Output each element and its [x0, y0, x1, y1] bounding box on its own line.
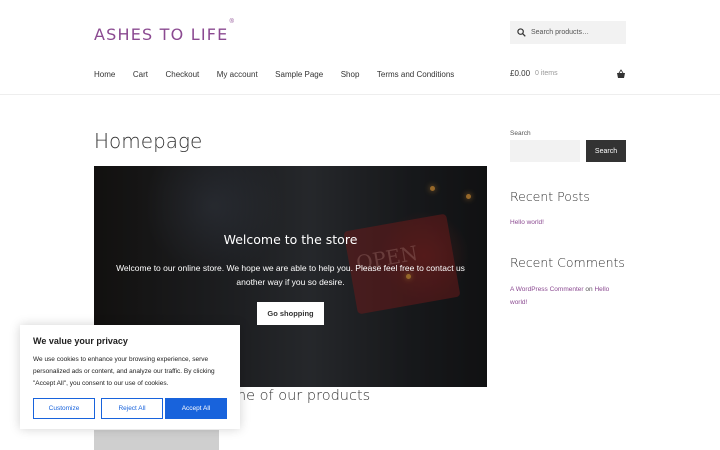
products-section-title: me of our products [232, 388, 371, 404]
site-logo[interactable]: ASHES TO LIFE ® [94, 19, 234, 45]
cookie-accept-all-button[interactable]: Accept All [165, 398, 227, 419]
nav-my-account[interactable]: My account [217, 69, 258, 80]
recent-posts-title: Recent Posts [510, 189, 590, 204]
header-cart[interactable]: £0.00 0 items [510, 69, 626, 78]
site-header: ASHES TO LIFE ® Search products… Home Ca… [0, 0, 720, 95]
page-title: Homepage [94, 129, 203, 153]
recent-post-link[interactable]: Hello world! [510, 217, 544, 230]
recent-comment-item: A WordPress Commenter on Hello world! [510, 284, 626, 309]
sidebar-search-button[interactable]: Search [586, 140, 626, 162]
cart-item-count: 0 items [535, 70, 558, 77]
product-search-input[interactable]: Search products… [510, 21, 626, 44]
recent-comments-title: Recent Comments [510, 255, 625, 270]
nav-terms[interactable]: Terms and Conditions [377, 69, 454, 80]
nav-home[interactable]: Home [94, 69, 115, 80]
primary-navigation: Home Cart Checkout My account Sample Pag… [94, 69, 472, 80]
logo-registered-mark: ® [229, 19, 234, 25]
cookie-consent-banner: We value your privacy We use cookies to … [20, 325, 240, 429]
cookie-title: We value your privacy [33, 336, 128, 346]
cookie-reject-all-button[interactable]: Reject All [101, 398, 163, 419]
product-image[interactable] [94, 430, 219, 450]
sidebar-search-label: Search [510, 130, 531, 137]
hero-title: Welcome to the store [223, 232, 358, 247]
go-shopping-button[interactable]: Go shopping [257, 302, 324, 325]
cookie-customize-button[interactable]: Customize [33, 398, 95, 419]
cookie-description: We use cookies to enhance your browsing … [33, 356, 215, 387]
search-placeholder: Search products… [531, 29, 589, 36]
comment-on-text: on [585, 286, 593, 293]
logo-text: ASHES TO LIFE [94, 25, 229, 44]
cart-amount: £0.00 [510, 69, 531, 78]
sidebar-search-input[interactable] [510, 140, 580, 162]
nav-shop[interactable]: Shop [341, 69, 360, 80]
nav-sample-page[interactable]: Sample Page [275, 69, 323, 80]
nav-cart[interactable]: Cart [133, 69, 148, 80]
search-icon [517, 28, 526, 37]
nav-checkout[interactable]: Checkout [165, 69, 199, 80]
comment-author-link[interactable]: A WordPress Commenter [510, 286, 584, 293]
hero-text: Welcome to our online store. We hope we … [116, 263, 465, 287]
basket-icon [617, 69, 625, 78]
